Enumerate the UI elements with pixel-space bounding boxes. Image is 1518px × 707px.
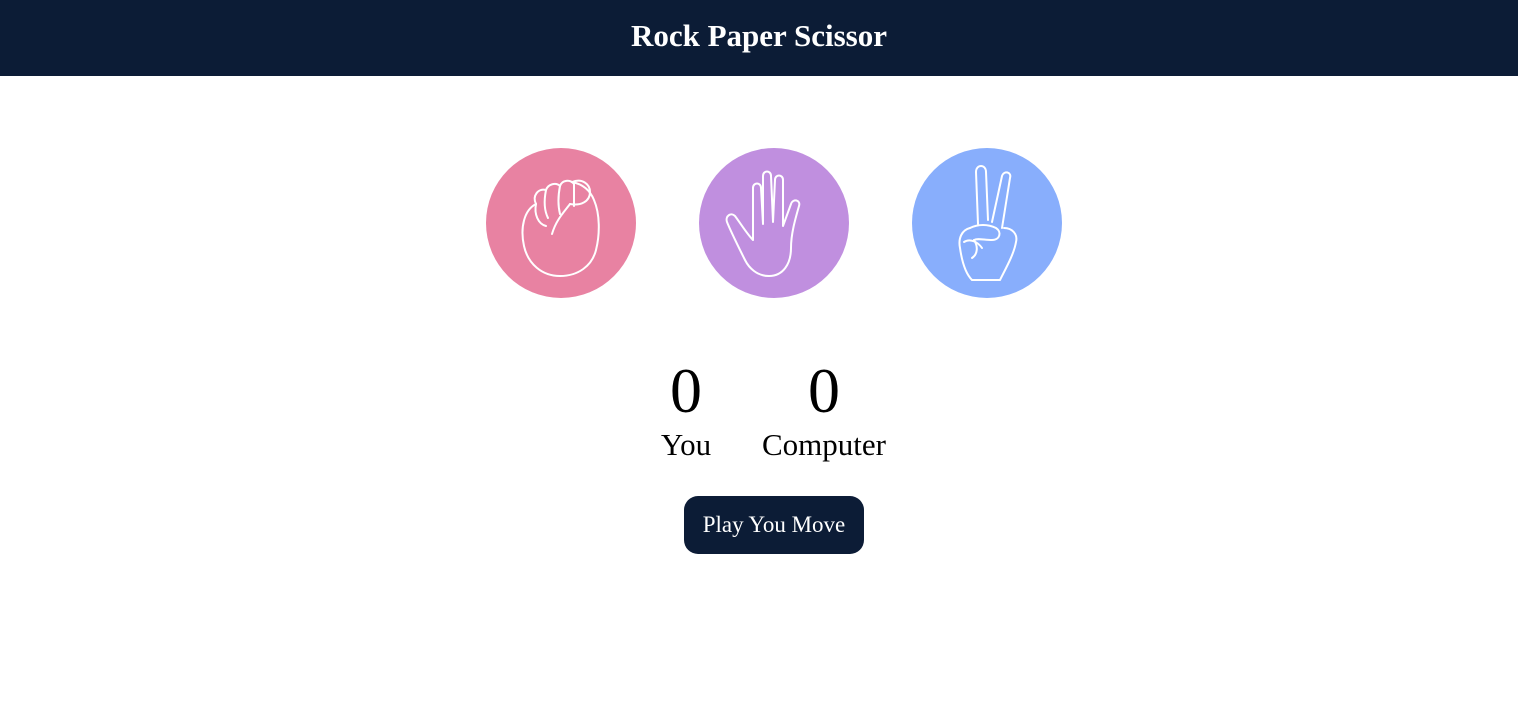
page-title: Rock Paper Scissor xyxy=(630,18,888,53)
user-score: 0 You xyxy=(646,355,726,463)
app-header: Rock Paper Scissor xyxy=(0,0,1518,76)
fist-icon xyxy=(521,179,600,277)
peace-hand-icon xyxy=(958,165,1018,281)
user-score-label: You xyxy=(660,427,712,462)
open-hand-icon xyxy=(725,170,801,277)
rock-choice-button[interactable] xyxy=(486,148,636,298)
user-score-value: 0 xyxy=(670,355,702,426)
computer-score-value: 0 xyxy=(808,355,840,426)
scissor-choice-button[interactable] xyxy=(912,148,1062,298)
computer-score: 0 Computer xyxy=(748,355,900,463)
paper-choice-button[interactable] xyxy=(699,148,849,298)
computer-score-label: Computer xyxy=(762,427,886,462)
result-message: Play You Move xyxy=(684,496,864,554)
